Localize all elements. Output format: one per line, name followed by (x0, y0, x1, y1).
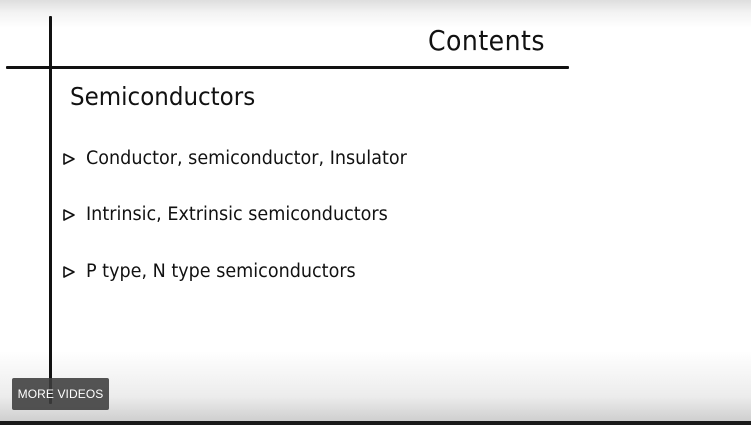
horizontal-rule (6, 66, 569, 69)
bullet-item: Conductor, semiconductor, Insulator (62, 148, 424, 169)
slide-title: Contents (428, 24, 545, 57)
slide-subtitle: Semiconductors (70, 82, 256, 111)
bullet-text: Conductor, semiconductor, Insulator (86, 148, 407, 169)
player-bottom-bar (0, 421, 751, 425)
vertical-rule (49, 16, 52, 404)
top-shade (0, 0, 751, 28)
bottom-shade (0, 351, 751, 421)
bullet-text: Intrinsic, Extrinsic semiconductors (86, 204, 388, 225)
video-frame: Contents Semiconductors Conductor, semic… (0, 0, 751, 425)
triangle-bullet-icon (63, 208, 75, 221)
bullet-item: P type, N type semiconductors (62, 261, 370, 282)
more-videos-button[interactable]: MORE VIDEOS (12, 378, 109, 410)
triangle-bullet-icon (63, 265, 75, 278)
bullet-item: Intrinsic, Extrinsic semiconductors (62, 204, 404, 225)
triangle-bullet-icon (63, 152, 75, 165)
bullet-text: P type, N type semiconductors (86, 261, 356, 282)
